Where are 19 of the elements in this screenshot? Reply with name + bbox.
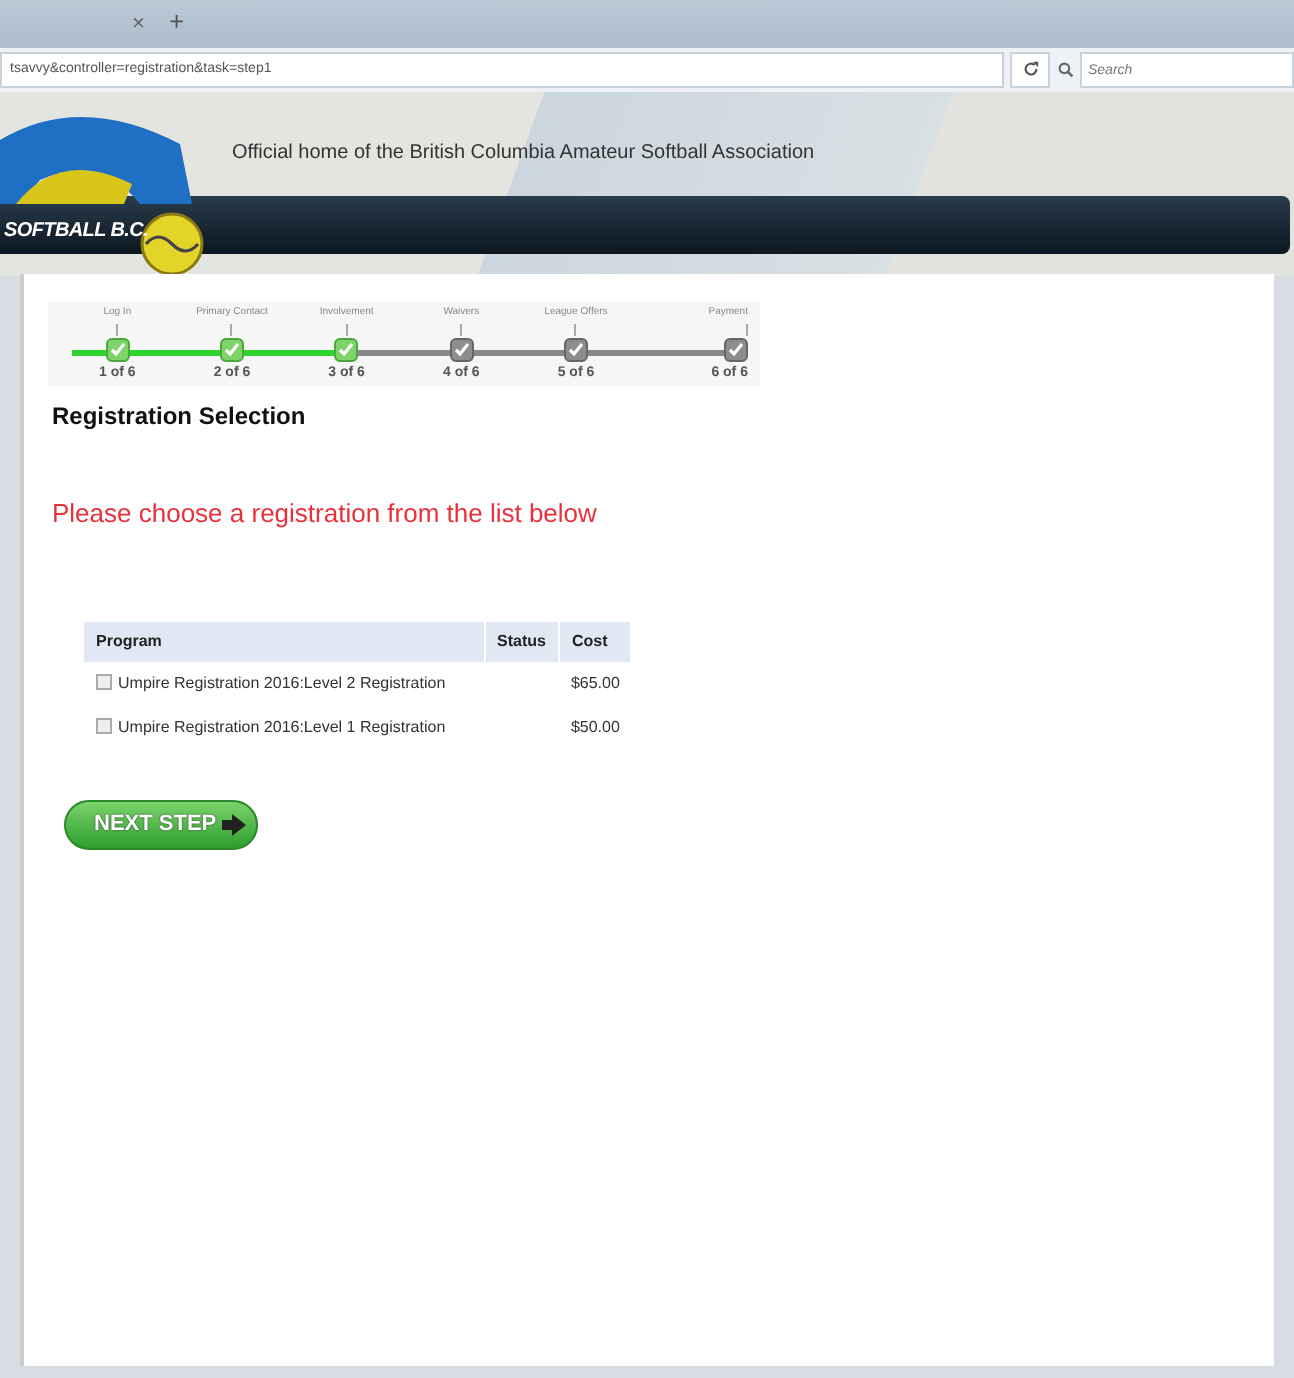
column-header: Status [484,621,559,661]
checkbox[interactable] [96,673,112,689]
instruction-message: Please choose a registration from the list below [52,496,599,532]
page-heading: Registration Selection [52,400,308,434]
arrow-icon [222,813,247,835]
column-header: Cost [558,621,632,661]
cost-text: $50.00 [570,717,620,735]
next-step-button[interactable]: NEXT STEP [64,799,258,849]
search-icon [1058,62,1074,78]
reload-icon[interactable] [1010,52,1050,88]
checkbox[interactable] [96,717,112,733]
program-name: Umpire Registration 2016:Level 2 Registration [118,673,446,691]
new-tab-button[interactable]: + [168,2,185,48]
column-header: Program [84,621,484,661]
tab-close-button[interactable]: × [132,8,145,48]
program-name: Umpire Registration 2016:Level 1 Registration [118,717,446,735]
cost-text: $65.00 [570,673,620,691]
logo-text: SOFTBALL B.C. [4,218,149,246]
tagline: Official home of the British Columbia Amateur Softball Association [232,140,815,168]
